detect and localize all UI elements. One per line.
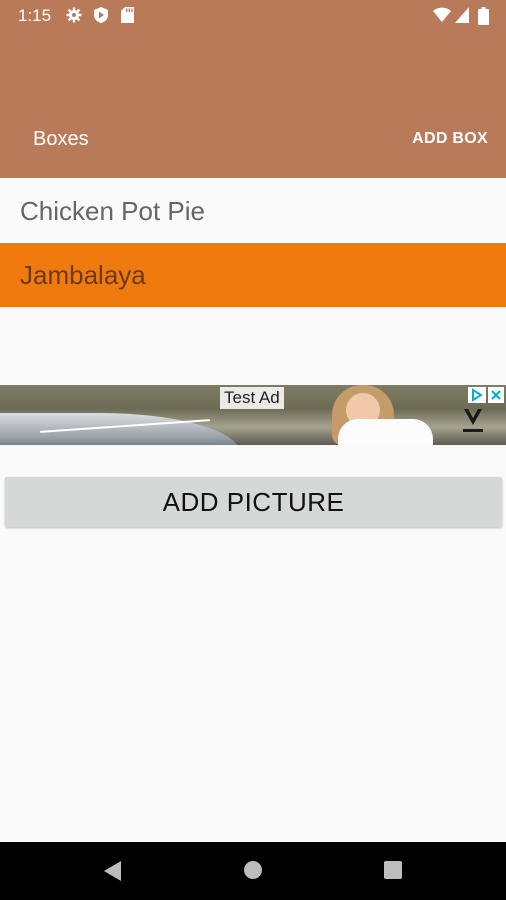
ad-person-shirt [338,419,433,445]
gear-icon [66,7,82,23]
app-bar: 1:15 Boxes ADD BOX [0,0,506,178]
ad-label: Test Ad [220,387,284,409]
shield-play-icon [94,7,108,23]
home-icon[interactable] [243,860,263,880]
status-time: 1:15 [18,6,52,25]
list-item-label: Chicken Pot Pie [20,195,205,226]
ad-car-image [0,413,240,445]
ad-banner[interactable]: Test Ad [0,385,506,445]
brand-logo-icon [463,409,483,432]
sd-card-icon [121,7,134,23]
close-icon[interactable] [488,387,504,403]
list-item[interactable]: Chicken Pot Pie [0,179,506,243]
status-bar: 1:15 [0,0,506,32]
battery-icon [478,7,489,25]
navigation-bar [0,842,506,900]
wifi-icon [433,7,451,22]
list-item-selected[interactable]: Jambalaya [0,243,506,307]
signal-icon [455,7,469,23]
adchoices-icon[interactable] [468,387,486,403]
add-picture-button[interactable]: ADD PICTURE [5,477,502,527]
list-item-label: Jambalaya [20,259,146,290]
recents-icon[interactable] [383,860,403,880]
add-box-button[interactable]: ADD BOX [412,130,488,148]
back-icon[interactable] [103,860,123,882]
page-title: Boxes [33,128,89,150]
